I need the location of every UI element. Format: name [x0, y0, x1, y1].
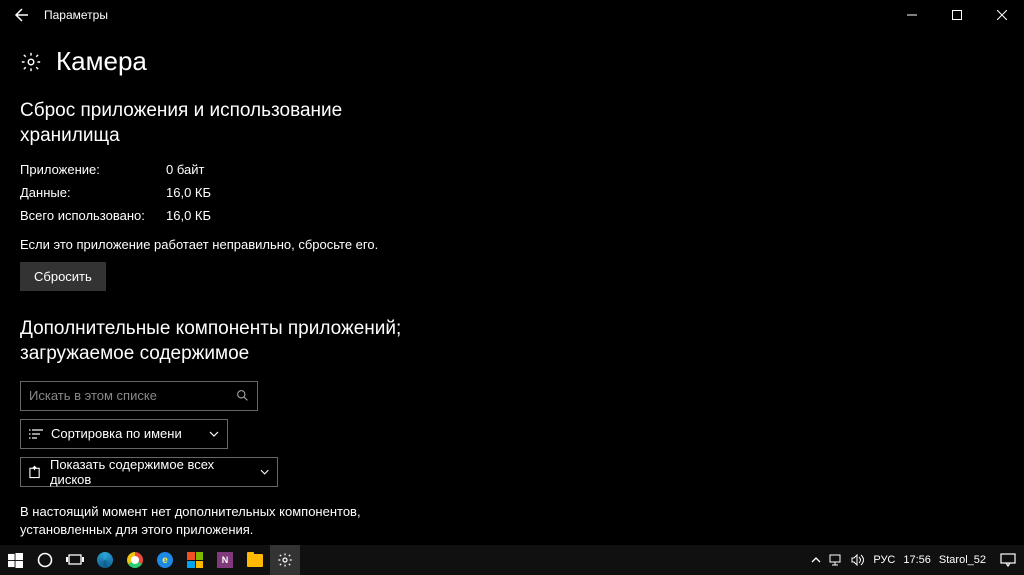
- taskbar-explorer[interactable]: [240, 545, 270, 575]
- storage-data-value: 16,0 КБ: [166, 185, 211, 200]
- content-area: Камера Сброс приложения и использование …: [0, 30, 1024, 539]
- chevron-down-icon: [260, 469, 269, 475]
- store-icon: [187, 552, 203, 568]
- onenote-icon: N: [217, 552, 233, 568]
- storage-data-label: Данные:: [20, 185, 166, 200]
- storage-total-row: Всего использовано: 16,0 КБ: [20, 208, 1004, 223]
- edge-icon: [97, 552, 113, 568]
- task-view-icon: [66, 553, 84, 567]
- addons-heading: Дополнительные компоненты приложений; за…: [20, 317, 420, 366]
- gear-icon: [277, 552, 293, 568]
- addons-search[interactable]: [20, 381, 258, 411]
- cortana-icon: [37, 552, 53, 568]
- titlebar: Параметры: [0, 0, 1024, 30]
- cortana-button[interactable]: [30, 545, 60, 575]
- drives-dropdown[interactable]: Показать содержимое всех дисков: [20, 457, 278, 487]
- storage-app-value: 0 байт: [166, 162, 204, 177]
- language-indicator[interactable]: РУС: [873, 554, 895, 566]
- taskbar-chrome[interactable]: [120, 545, 150, 575]
- page-header: Камера: [20, 46, 1004, 77]
- action-center-button[interactable]: [992, 545, 1024, 575]
- tray-chevron-up-icon[interactable]: [811, 556, 821, 564]
- user-name[interactable]: Starol_52: [939, 554, 986, 566]
- chrome-icon: [127, 552, 143, 568]
- drives-icon: [29, 465, 42, 479]
- close-button[interactable]: [979, 0, 1024, 30]
- windows-icon: [8, 553, 23, 568]
- taskbar-settings[interactable]: [270, 545, 300, 575]
- folder-icon: [247, 554, 263, 567]
- taskbar-edge[interactable]: [90, 545, 120, 575]
- storage-heading: Сброс приложения и использование хранили…: [20, 99, 420, 148]
- sort-icon: [29, 428, 43, 440]
- task-view-button[interactable]: [60, 545, 90, 575]
- sort-label: Сортировка по имени: [51, 426, 182, 441]
- storage-total-label: Всего использовано:: [20, 208, 166, 223]
- gear-icon: [20, 51, 42, 73]
- maximize-button[interactable]: [934, 0, 979, 30]
- minimize-button[interactable]: [889, 0, 934, 30]
- addons-empty-text: В настоящий момент нет дополнительных ко…: [20, 503, 380, 539]
- drives-label: Показать содержимое всех дисков: [50, 457, 244, 487]
- storage-app-row: Приложение: 0 байт: [20, 162, 1004, 177]
- chevron-down-icon: [209, 431, 219, 437]
- taskbar-ie[interactable]: e: [150, 545, 180, 575]
- search-input[interactable]: [29, 388, 236, 403]
- taskbar-onenote[interactable]: N: [210, 545, 240, 575]
- search-icon: [236, 389, 249, 402]
- action-center-icon: [1000, 553, 1016, 567]
- system-tray[interactable]: РУС 17:56 Starol_52: [805, 545, 992, 575]
- minimize-icon: [907, 10, 917, 20]
- volume-icon[interactable]: [851, 554, 865, 566]
- maximize-icon: [952, 10, 962, 20]
- network-icon[interactable]: [829, 554, 843, 566]
- storage-data-row: Данные: 16,0 КБ: [20, 185, 1004, 200]
- arrow-left-icon: [12, 7, 28, 23]
- reset-hint: Если это приложение работает неправильно…: [20, 237, 1004, 252]
- storage-total-value: 16,0 КБ: [166, 208, 211, 223]
- window-title: Параметры: [44, 8, 108, 22]
- start-button[interactable]: [0, 545, 30, 575]
- page-title: Камера: [56, 46, 147, 77]
- ie-icon: e: [157, 552, 173, 568]
- clock[interactable]: 17:56: [903, 554, 931, 566]
- close-icon: [997, 10, 1007, 20]
- back-button[interactable]: [0, 0, 40, 30]
- sort-dropdown[interactable]: Сортировка по имени: [20, 419, 228, 449]
- storage-app-label: Приложение:: [20, 162, 166, 177]
- taskbar-store[interactable]: [180, 545, 210, 575]
- reset-button[interactable]: Сбросить: [20, 262, 106, 291]
- taskbar: e N РУС 17:56 Starol_52: [0, 545, 1024, 575]
